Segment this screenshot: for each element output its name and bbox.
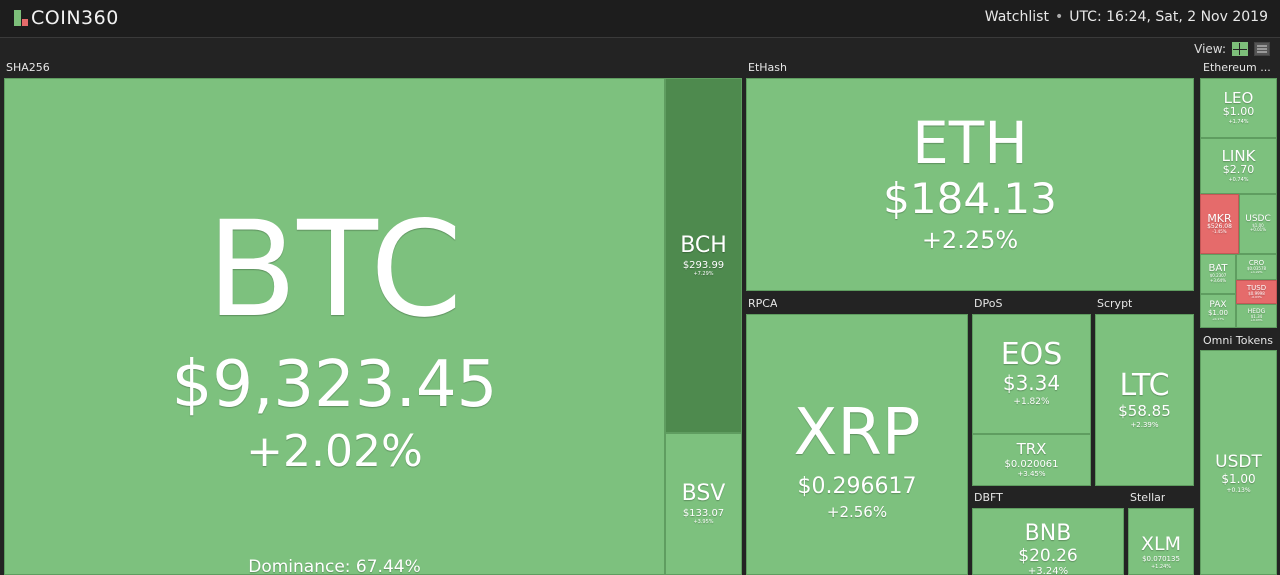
- tile-bch[interactable]: BCH $293.99 +7.29%: [665, 78, 742, 433]
- coin-change: +0.01%: [1249, 227, 1267, 233]
- coin-change: +2.25%: [921, 226, 1019, 255]
- group-label-dbft: DBFT: [974, 491, 1003, 504]
- coin-price: $1.00: [1222, 105, 1255, 119]
- tile-xlm[interactable]: XLM $0.070135 +1.24%: [1128, 508, 1194, 575]
- tile-hedg[interactable]: HEDG $1.34 +0.03%: [1236, 304, 1277, 328]
- coin-change: +3.95%: [693, 519, 714, 525]
- top-bar: COIN360 Watchlist • UTC: 16:24, Sat, 2 Nov…: [0, 0, 1280, 38]
- header-right: Watchlist • UTC: 16:24, Sat, 2 Nov 2019: [985, 9, 1268, 25]
- coin-change: +0.17%: [1211, 316, 1225, 321]
- view-switcher: View:: [1194, 40, 1270, 58]
- watchlist-link[interactable]: Watchlist: [985, 9, 1049, 25]
- coin-change: +0.03%: [1250, 318, 1263, 323]
- group-label-sha256: SHA256: [6, 61, 50, 74]
- tile-pax[interactable]: PAX $1.00 +0.17%: [1200, 294, 1236, 328]
- coin-symbol: ETH: [912, 109, 1028, 177]
- tile-bsv[interactable]: BSV $133.07 +3.95%: [665, 433, 742, 575]
- coin-symbol: BCH: [680, 232, 727, 258]
- coin-change: +0.74%: [1228, 176, 1249, 183]
- group-label-dpos: DPoS: [974, 297, 1003, 310]
- coin-change: +2.39%: [1130, 421, 1159, 430]
- coin-price: $0.070135: [1142, 555, 1180, 563]
- coin-price: $184.13: [883, 174, 1057, 223]
- coin-price: $2.70: [1222, 163, 1255, 177]
- coin-change: +0.13%: [1226, 487, 1251, 495]
- tile-bnb[interactable]: BNB $20.26 +3.24%: [972, 508, 1124, 575]
- coin-change: +2.02%: [246, 426, 423, 478]
- group-label-ethereum: Ethereum ...: [1203, 61, 1271, 74]
- coin-change: -1.45%: [1212, 229, 1227, 235]
- group-label-omni-tokens: Omni Tokens: [1203, 334, 1273, 347]
- coin-symbol: LEO: [1223, 89, 1254, 108]
- tile-tusd[interactable]: TUSD $0.9998 -0.03%: [1236, 280, 1277, 304]
- coin-symbol: USDT: [1215, 452, 1262, 472]
- view-label: View:: [1194, 42, 1226, 56]
- group-label-stellar: Stellar: [1130, 491, 1166, 504]
- list-view-icon[interactable]: [1254, 42, 1270, 56]
- coin-change: +1.22%: [1250, 269, 1263, 274]
- coin-change: +3.24%: [1027, 565, 1069, 575]
- coin-price: $1.00: [1221, 472, 1256, 486]
- header-separator: •: [1054, 9, 1064, 25]
- tile-xrp[interactable]: XRP $0.296617 +2.56%: [746, 314, 968, 575]
- logo-mark-icon: [14, 10, 28, 26]
- coin-change: +1.74%: [1228, 118, 1249, 125]
- tile-eth[interactable]: ETH $184.13 +2.25%: [746, 78, 1194, 291]
- tile-cro[interactable]: CRO $0.03578 +1.22%: [1236, 254, 1277, 280]
- logo-text: COIN360: [31, 7, 119, 29]
- coin-price: $293.99: [682, 259, 725, 271]
- coin-price: $3.34: [1002, 371, 1061, 396]
- tile-ltc[interactable]: LTC $58.85 +2.39%: [1095, 314, 1194, 486]
- coin-symbol: BNB: [1024, 521, 1072, 546]
- tile-btc[interactable]: BTC $9,323.45 +2.02% Dominance: 67.44%: [4, 78, 665, 575]
- coin-change: +2.56%: [826, 503, 888, 522]
- group-label-scrypt: Scrypt: [1097, 297, 1133, 310]
- btc-dominance: Dominance: 67.44%: [248, 557, 421, 575]
- coin-change: +3.64%: [1209, 277, 1227, 283]
- coin-change: +1.82%: [1013, 397, 1050, 408]
- coin-symbol: BSV: [681, 481, 726, 506]
- tile-usdc[interactable]: USDC $1.00 +0.01%: [1239, 194, 1277, 254]
- coin-price: $9,323.45: [171, 348, 498, 422]
- coin-change: +1.24%: [1150, 563, 1172, 570]
- coin-change: -0.03%: [1251, 294, 1262, 299]
- group-label-rpca: RPCA: [748, 297, 778, 310]
- utc-datetime: UTC: 16:24, Sat, 2 Nov 2019: [1069, 9, 1268, 25]
- tile-leo[interactable]: LEO $1.00 +1.74%: [1200, 78, 1277, 138]
- coin-symbol: LTC: [1119, 367, 1170, 403]
- coin-price: $20.26: [1018, 546, 1078, 566]
- coin-price: $133.07: [682, 508, 725, 519]
- coin-price: $58.85: [1118, 401, 1171, 420]
- coin-symbol: XRP: [793, 396, 921, 470]
- coin-symbol: TRX: [1016, 439, 1047, 458]
- coin-symbol: XLM: [1141, 533, 1181, 555]
- coin-symbol: LINK: [1221, 147, 1256, 166]
- coin-change: +3.45%: [1017, 469, 1046, 478]
- tile-mkr[interactable]: MKR $526.08 -1.45%: [1200, 194, 1239, 254]
- group-label-ethash: EtHash: [748, 61, 787, 74]
- coin-price: $0.020061: [1004, 458, 1059, 470]
- treemap-view-icon[interactable]: [1232, 42, 1248, 56]
- coin360-logo[interactable]: COIN360: [14, 7, 119, 29]
- tile-usdt[interactable]: USDT $1.00 +0.13%: [1200, 350, 1277, 575]
- coin-price: $0.296617: [797, 474, 917, 499]
- coin-symbol: EOS: [1000, 337, 1063, 373]
- tile-link[interactable]: LINK $2.70 +0.74%: [1200, 138, 1277, 194]
- coin-symbol: BTC: [206, 193, 463, 347]
- tile-eos[interactable]: EOS $3.34 +1.82%: [972, 314, 1091, 434]
- coin-change: +7.29%: [693, 270, 714, 277]
- tile-trx[interactable]: TRX $0.020061 +3.45%: [972, 434, 1091, 486]
- tile-bat[interactable]: BAT $0.2307 +3.64%: [1200, 254, 1236, 294]
